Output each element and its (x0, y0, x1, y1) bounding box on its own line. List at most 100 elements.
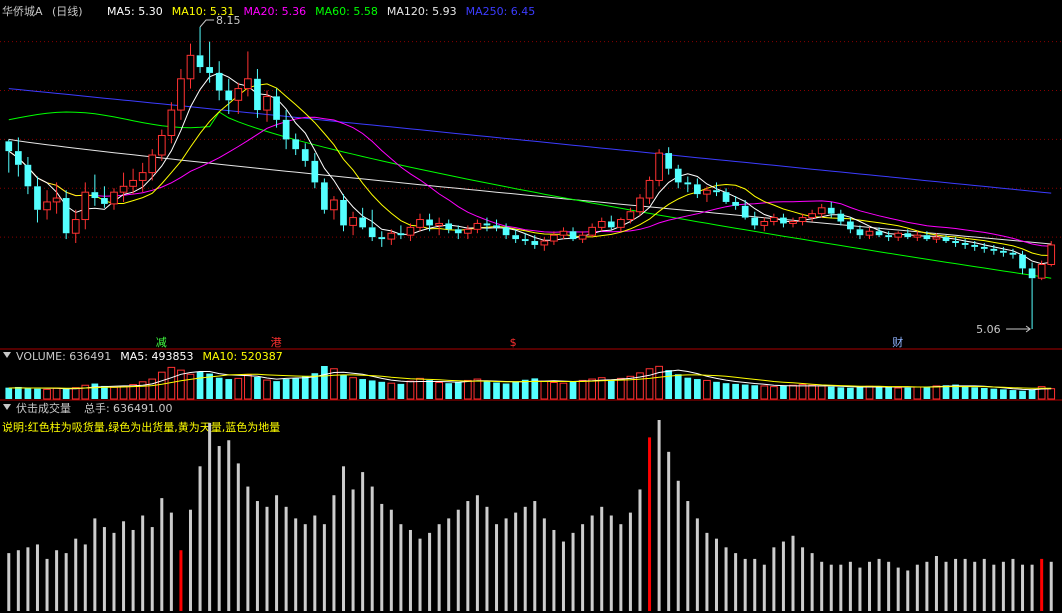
candle[interactable] (550, 231, 558, 245)
candle[interactable] (254, 69, 261, 118)
candle[interactable] (206, 41, 213, 83)
candle[interactable] (359, 207, 366, 230)
candle-body (483, 223, 491, 226)
candle[interactable] (71, 209, 80, 243)
candle[interactable] (321, 178, 328, 214)
candle[interactable] (722, 188, 730, 204)
candle[interactable] (645, 176, 654, 204)
event-marker-2[interactable]: $ (510, 336, 517, 349)
candle[interactable] (617, 217, 625, 232)
candle[interactable] (655, 149, 663, 187)
candle[interactable] (684, 176, 692, 193)
candle[interactable] (186, 43, 195, 89)
candle[interactable] (837, 209, 845, 226)
candle[interactable] (1028, 262, 1036, 329)
candle[interactable] (311, 153, 319, 189)
candle[interactable] (301, 143, 309, 167)
event-marker-3[interactable]: 财 (892, 335, 903, 349)
candle[interactable] (894, 231, 903, 242)
candle[interactable] (694, 178, 701, 199)
candle[interactable] (225, 78, 233, 114)
candle[interactable] (196, 27, 204, 73)
candle[interactable] (110, 188, 118, 210)
candle-body (157, 134, 166, 156)
candle-body (34, 186, 41, 210)
stock-title[interactable]: 华侨城A (2, 4, 43, 18)
candle[interactable] (101, 186, 108, 208)
candle[interactable] (330, 196, 338, 220)
candle[interactable] (349, 211, 357, 236)
custom-volume-bar (447, 518, 451, 611)
candle[interactable] (43, 190, 51, 220)
candle[interactable] (473, 219, 482, 234)
candle-body (952, 241, 959, 243)
candle[interactable] (215, 61, 223, 101)
candle[interactable] (607, 215, 615, 230)
candle[interactable] (597, 217, 606, 232)
custom-volume-bar (581, 524, 585, 611)
candle[interactable] (292, 133, 300, 156)
candle[interactable] (273, 88, 280, 128)
candle[interactable] (847, 217, 854, 234)
candle[interactable] (665, 147, 673, 175)
candle[interactable] (148, 149, 157, 181)
custom-collapse-icon[interactable] (3, 404, 11, 410)
candle[interactable] (559, 227, 568, 240)
candle[interactable] (913, 231, 922, 242)
volume-bar (751, 385, 759, 399)
candle[interactable] (1047, 241, 1056, 267)
candle[interactable] (234, 82, 243, 114)
volume-bar (904, 387, 912, 399)
candle[interactable] (578, 231, 587, 243)
volume-bar (196, 371, 204, 399)
candle[interactable] (588, 223, 597, 238)
candle[interactable] (445, 219, 453, 234)
candle[interactable] (167, 102, 176, 144)
custom-volume-bar (609, 515, 613, 611)
candle[interactable] (406, 223, 415, 242)
candle[interactable] (789, 217, 797, 228)
candle[interactable] (157, 129, 166, 161)
candle[interactable] (91, 174, 99, 206)
candle[interactable] (569, 227, 577, 242)
volume-bar (607, 379, 615, 399)
volume-collapse-icon[interactable] (3, 352, 11, 358)
candle[interactable] (493, 219, 500, 232)
candle[interactable] (751, 211, 759, 230)
custom-volume-bar (475, 495, 479, 611)
candle[interactable] (340, 194, 347, 232)
custom-volume-bar (179, 550, 183, 611)
candle[interactable] (808, 209, 816, 222)
candle[interactable] (856, 225, 864, 240)
candle[interactable] (81, 182, 90, 230)
volume-panel-header: VOLUME: 636491 MA5: 493853 MA10: 520387 (3, 350, 283, 363)
candle-body (254, 78, 261, 111)
candle[interactable] (119, 172, 128, 202)
volume-bar (349, 377, 357, 400)
event-marker-1[interactable]: 港 (271, 336, 282, 349)
candle-body (703, 189, 711, 195)
candle[interactable] (14, 137, 22, 177)
candle[interactable] (62, 190, 70, 240)
candle[interactable] (177, 69, 185, 120)
candle[interactable] (674, 164, 682, 189)
candle[interactable] (817, 203, 826, 218)
candle[interactable] (397, 225, 405, 240)
candle[interactable] (760, 217, 769, 232)
candle-body (827, 207, 835, 214)
candle[interactable] (770, 213, 778, 226)
candle[interactable] (5, 139, 13, 173)
candle[interactable] (378, 231, 386, 247)
period-label[interactable]: (日线) (52, 4, 83, 18)
candle[interactable] (865, 227, 874, 240)
candle-body (751, 217, 759, 226)
custom-volume-bar (514, 512, 518, 611)
candle[interactable] (34, 176, 41, 223)
candle[interactable] (368, 209, 376, 242)
candle[interactable] (24, 156, 32, 195)
custom-volume-bar (380, 503, 384, 611)
event-marker-0[interactable]: 减 (156, 336, 167, 349)
candle[interactable] (129, 168, 137, 195)
candle[interactable] (416, 213, 424, 232)
candle[interactable] (780, 213, 787, 228)
